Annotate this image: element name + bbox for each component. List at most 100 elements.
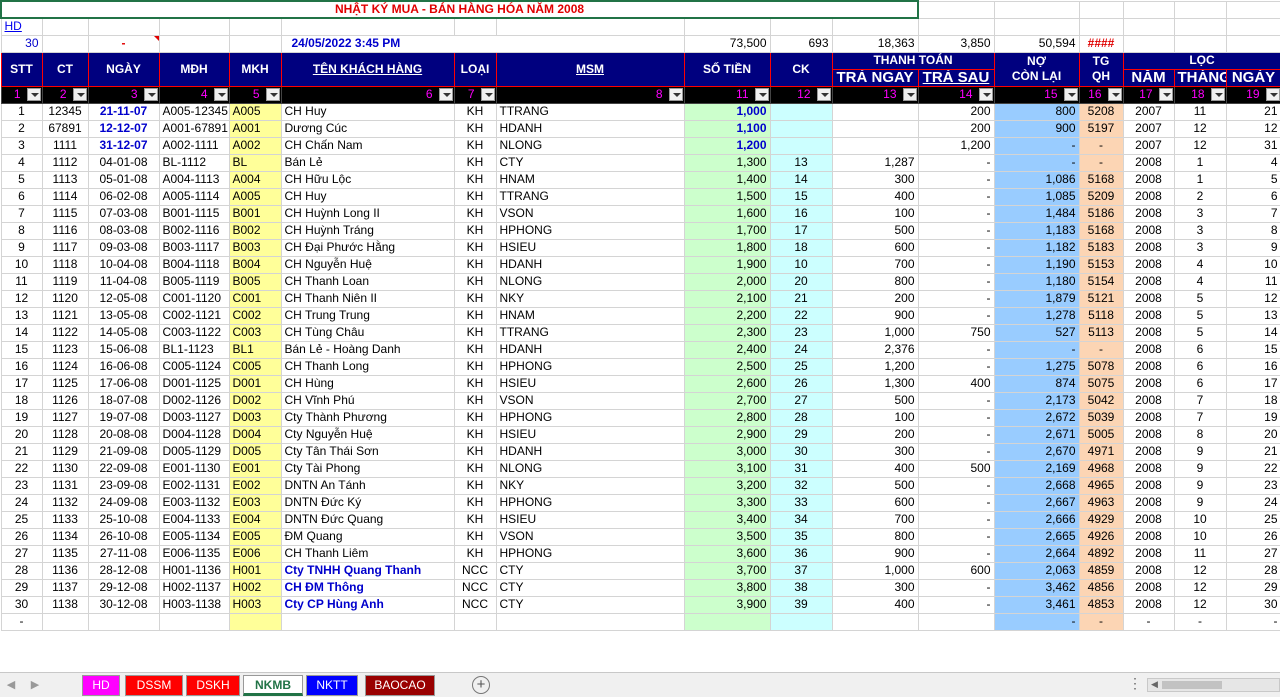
table-cell[interactable]: A005 bbox=[228, 187, 282, 206]
table-cell[interactable]: 800 bbox=[831, 527, 919, 546]
table-cell[interactable]: 2,667 bbox=[993, 493, 1080, 512]
table-cell[interactable]: 31-12-07 bbox=[87, 136, 160, 155]
filter-cell[interactable]: 15 bbox=[993, 85, 1080, 104]
filter-dropdown-icon[interactable] bbox=[26, 87, 41, 101]
table-cell[interactable]: HPHONG bbox=[495, 544, 685, 563]
table-cell[interactable]: 4971 bbox=[1078, 442, 1124, 461]
table-cell[interactable]: 30-12-08 bbox=[87, 595, 160, 614]
table-cell[interactable]: - bbox=[917, 357, 995, 376]
table-cell[interactable]: 16-06-08 bbox=[87, 357, 160, 376]
hd-link-cell[interactable]: HD bbox=[0, 17, 43, 36]
table-cell[interactable]: - bbox=[993, 136, 1080, 155]
table-cell[interactable] bbox=[769, 136, 833, 155]
table-cell[interactable]: 700 bbox=[831, 510, 919, 529]
table-cell[interactable]: 9 bbox=[1225, 238, 1280, 257]
table-cell[interactable]: 20 bbox=[769, 272, 833, 291]
table-cell[interactable]: D002 bbox=[228, 391, 282, 410]
table-cell[interactable]: 1114 bbox=[41, 187, 89, 206]
table-cell[interactable]: 17 bbox=[1225, 374, 1280, 393]
table-cell[interactable]: 5121 bbox=[1078, 289, 1124, 308]
table-cell[interactable]: 1,000 bbox=[683, 102, 771, 121]
table-cell[interactable]: B004 bbox=[228, 255, 282, 274]
table-cell[interactable]: 2008 bbox=[1122, 204, 1175, 223]
table-cell[interactable]: TTRANG bbox=[495, 323, 685, 342]
table-cell[interactable]: 9 bbox=[1173, 493, 1227, 512]
table-cell[interactable]: NCC bbox=[453, 561, 497, 580]
table-cell[interactable]: 9 bbox=[1173, 459, 1227, 478]
table-cell[interactable]: 34 bbox=[769, 510, 833, 529]
table-cell[interactable]: 14 bbox=[1225, 323, 1280, 342]
table-cell[interactable]: - bbox=[993, 153, 1080, 172]
table-cell[interactable]: 29-12-08 bbox=[87, 578, 160, 597]
table-cell[interactable]: 3,600 bbox=[683, 544, 771, 563]
tab-dssm[interactable]: DSSM bbox=[125, 675, 183, 696]
filter-dropdown-icon[interactable] bbox=[902, 87, 917, 101]
table-cell[interactable]: 800 bbox=[831, 272, 919, 291]
table-cell[interactable]: HDANH bbox=[495, 119, 685, 138]
table-cell[interactable]: 3,400 bbox=[683, 510, 771, 529]
table-cell[interactable]: HPHONG bbox=[495, 493, 685, 512]
table-cell[interactable]: 1,879 bbox=[993, 289, 1080, 308]
table-cell[interactable]: 10 bbox=[1173, 527, 1227, 546]
table-cell[interactable]: 5209 bbox=[1078, 187, 1124, 206]
table-cell[interactable]: 25-10-08 bbox=[87, 510, 160, 529]
table-cell[interactable]: CH Huy bbox=[280, 102, 455, 121]
table-cell[interactable]: Bán Lẻ - Hoàng Danh bbox=[280, 340, 455, 359]
table-cell[interactable]: Cty Tài Phong bbox=[280, 459, 455, 478]
table-cell[interactable]: H003 bbox=[228, 595, 282, 614]
table-cell[interactable]: 28 bbox=[0, 561, 43, 580]
table-cell[interactable]: 1,275 bbox=[993, 357, 1080, 376]
table-cell[interactable]: KH bbox=[453, 527, 497, 546]
table-cell[interactable]: NKY bbox=[495, 476, 685, 495]
table-cell[interactable]: E002 bbox=[228, 476, 282, 495]
table-cell[interactable]: 5 bbox=[1173, 323, 1227, 342]
table-cell[interactable]: - bbox=[917, 289, 995, 308]
table-cell[interactable]: CH Thanh Loan bbox=[280, 272, 455, 291]
table-cell[interactable]: 23 bbox=[769, 323, 833, 342]
table-cell[interactable]: 5078 bbox=[1078, 357, 1124, 376]
table-cell[interactable]: 31 bbox=[1225, 136, 1280, 155]
table-cell[interactable]: BL-1112 bbox=[158, 153, 230, 172]
table-cell[interactable]: - bbox=[917, 272, 995, 291]
table-cell[interactable]: D005 bbox=[228, 442, 282, 461]
table-cell[interactable]: CH Vĩnh Phú bbox=[280, 391, 455, 410]
table-cell[interactable]: 3,900 bbox=[683, 595, 771, 614]
table-cell[interactable]: - bbox=[917, 408, 995, 427]
table-cell[interactable]: CH ĐM Thông bbox=[280, 578, 455, 597]
table-cell[interactable]: 2008 bbox=[1122, 255, 1175, 274]
table-cell[interactable]: 21-11-07 bbox=[87, 102, 160, 121]
table-cell[interactable]: CH Trung Trung bbox=[280, 306, 455, 325]
table-cell[interactable] bbox=[769, 102, 833, 121]
scroll-left-icon[interactable]: ◀ bbox=[1151, 679, 1158, 690]
table-cell[interactable]: 1126 bbox=[41, 391, 89, 410]
table-cell[interactable]: 750 bbox=[917, 323, 995, 342]
table-cell[interactable]: 1,800 bbox=[683, 238, 771, 257]
table-cell[interactable]: 2,100 bbox=[683, 289, 771, 308]
filter-dropdown-icon[interactable] bbox=[754, 87, 769, 101]
table-cell[interactable]: 07-03-08 bbox=[87, 204, 160, 223]
table-cell[interactable]: KH bbox=[453, 493, 497, 512]
table-cell[interactable]: 1,287 bbox=[831, 153, 919, 172]
table-cell[interactable]: - bbox=[917, 527, 995, 546]
table-cell[interactable] bbox=[87, 612, 160, 631]
table-cell[interactable]: NCC bbox=[453, 595, 497, 614]
table-cell[interactable]: 30 bbox=[1225, 595, 1280, 614]
table-cell[interactable]: 2008 bbox=[1122, 323, 1175, 342]
table-cell[interactable]: 3,800 bbox=[683, 578, 771, 597]
table-cell[interactable]: - bbox=[917, 255, 995, 274]
table-cell[interactable]: E004 bbox=[228, 510, 282, 529]
table-cell[interactable]: 1128 bbox=[41, 425, 89, 444]
table-cell[interactable]: 500 bbox=[831, 391, 919, 410]
table-cell[interactable]: 2,200 bbox=[683, 306, 771, 325]
table-cell[interactable]: 4859 bbox=[1078, 561, 1124, 580]
table-cell[interactable]: E006 bbox=[228, 544, 282, 563]
table-cell[interactable]: 2 bbox=[0, 119, 43, 138]
filter-dropdown-icon[interactable] bbox=[816, 87, 831, 101]
table-cell[interactable]: VSON bbox=[495, 204, 685, 223]
table-cell[interactable]: B005 bbox=[228, 272, 282, 291]
table-cell[interactable]: 1137 bbox=[41, 578, 89, 597]
table-cell[interactable]: 1133 bbox=[41, 510, 89, 529]
table-cell[interactable]: 32 bbox=[769, 476, 833, 495]
table-cell[interactable]: CH Huỳnh Long II bbox=[280, 204, 455, 223]
filter-dropdown-icon[interactable] bbox=[668, 87, 683, 101]
